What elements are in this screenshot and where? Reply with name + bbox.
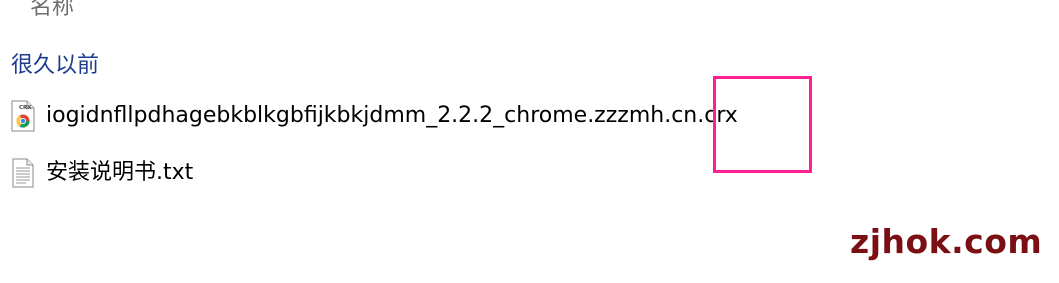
group-header-long-ago[interactable]: 很久以前 <box>11 52 99 80</box>
svg-text:CRX: CRX <box>19 105 32 111</box>
file-row-txt[interactable]: 安装说明书.txt <box>9 153 193 193</box>
text-file-icon <box>9 156 37 190</box>
file-name: iogidnfllpdhagebkblkgbfijkbkjdmm_2.2.2_c… <box>46 103 738 128</box>
file-name: 安装说明书.txt <box>46 160 194 185</box>
file-row-crx[interactable]: CRX iogidnfllpdhagebkblkgbfijkbkjdmm_2.2… <box>9 96 738 136</box>
watermark-text: zjhok.com <box>850 222 1043 261</box>
highlight-annotation-box <box>713 76 812 173</box>
name-column-header[interactable]: 名称 <box>30 0 74 22</box>
crx-file-icon: CRX <box>9 99 37 133</box>
